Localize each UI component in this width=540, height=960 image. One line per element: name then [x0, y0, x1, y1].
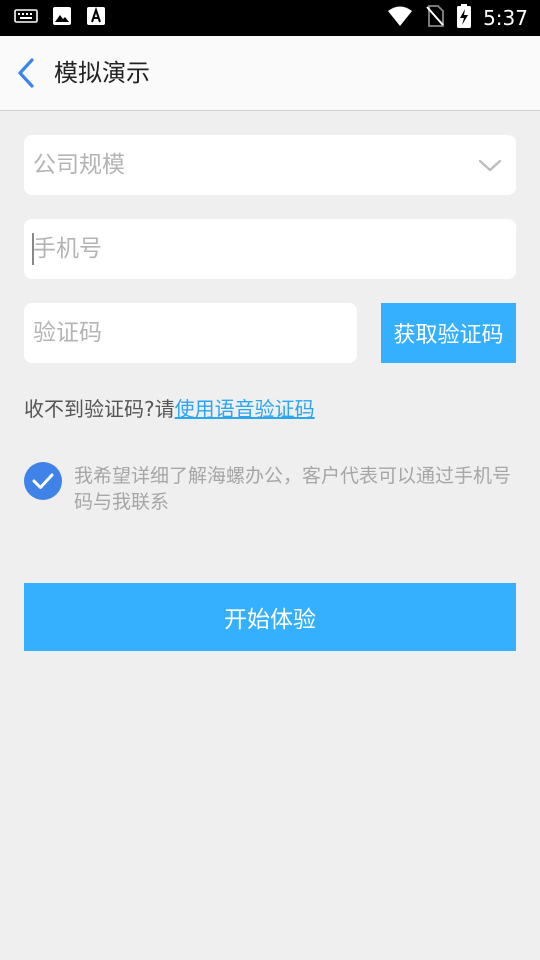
verification-field	[24, 303, 357, 363]
get-code-button[interactable]: 获取验证码	[381, 303, 516, 363]
no-sim-icon	[425, 4, 445, 32]
phone-field	[24, 219, 516, 279]
voice-hint-text: 收不到验证码?请	[24, 397, 175, 421]
consent-checkbox[interactable]	[24, 462, 62, 500]
font-icon	[86, 6, 106, 30]
text-cursor	[32, 233, 34, 265]
company-size-select[interactable]: 公司规模	[24, 135, 516, 195]
start-trial-button[interactable]: 开始体验	[24, 583, 516, 651]
wifi-icon	[387, 5, 413, 31]
clock: 5:37	[483, 6, 528, 30]
image-icon	[52, 6, 72, 30]
nav-bar: 模拟演示	[0, 36, 540, 111]
company-size-value: 公司规模	[33, 152, 125, 178]
status-bar: 5:37	[0, 0, 540, 36]
check-icon	[32, 473, 54, 489]
status-right-icons: 5:37	[387, 4, 528, 32]
battery-charging-icon	[457, 4, 472, 32]
keyboard-icon	[14, 7, 38, 29]
consent-text: 我希望详细了解海螺办公，客户代表可以通过手机号码与我联系	[74, 465, 512, 513]
phone-input[interactable]	[24, 219, 516, 279]
page-title: 模拟演示	[54, 59, 150, 87]
chevron-down-icon	[478, 155, 502, 175]
verification-code-input[interactable]	[24, 303, 357, 363]
voice-hint: 收不到验证码?请使用语音验证码	[24, 394, 315, 424]
status-left-icons	[14, 6, 106, 30]
back-icon[interactable]	[12, 56, 42, 90]
voice-code-link[interactable]: 使用语音验证码	[175, 397, 315, 421]
